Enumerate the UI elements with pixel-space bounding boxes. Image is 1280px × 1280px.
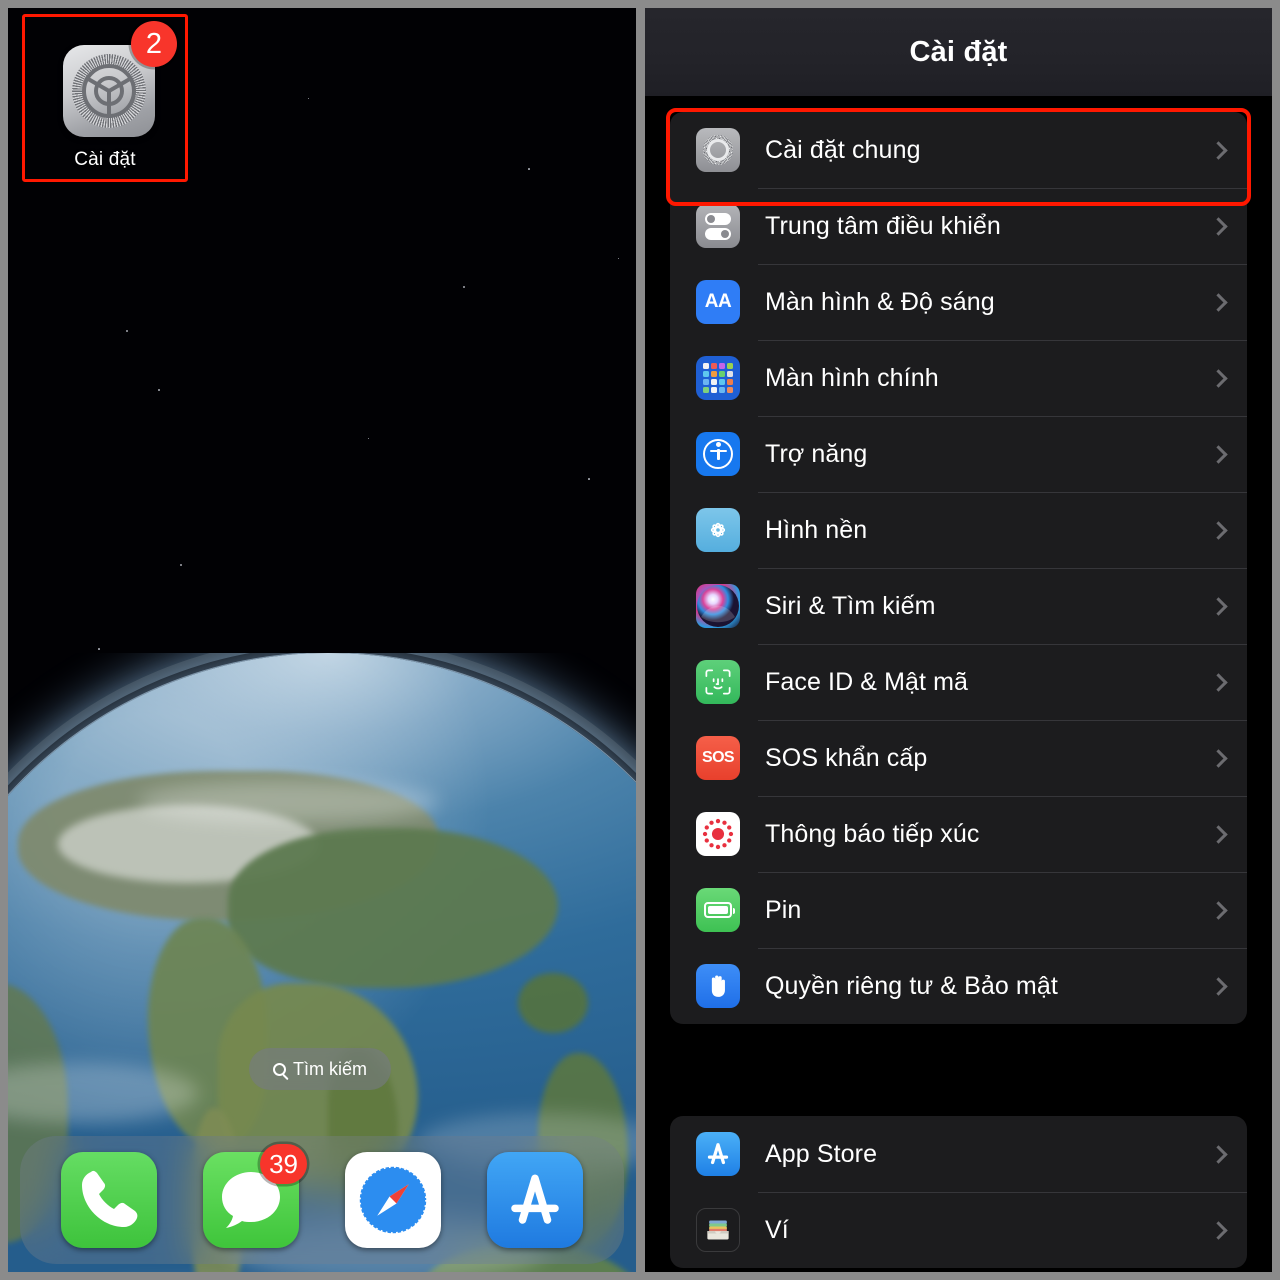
settings-row-label: Siri & Tìm kiếm: [765, 591, 936, 620]
star: [158, 389, 160, 391]
message-bubble-icon[interactable]: 39: [203, 1144, 307, 1248]
chevron-right-icon: [1209, 1220, 1228, 1240]
settings-row-label: Hình nền: [765, 515, 868, 544]
settings-group-2: App Store Ví: [670, 1116, 1247, 1268]
settings-row-label: Pin: [765, 895, 802, 924]
chevron-right-icon: [1209, 748, 1228, 768]
star: [588, 478, 590, 480]
home-screen-grid-icon: [696, 356, 740, 400]
star: [98, 648, 100, 650]
settings-row-label: Thông báo tiếp xúc: [765, 819, 980, 848]
settings-row-label: App Store: [765, 1139, 878, 1168]
settings-row[interactable]: Hình nền: [670, 492, 1247, 568]
settings-row[interactable]: SOS SOS khẩn cấp: [670, 720, 1247, 796]
gear-icon: [696, 128, 740, 172]
settings-row[interactable]: Thông báo tiếp xúc: [670, 796, 1247, 872]
settings-row-label: Màn hình & Độ sáng: [765, 287, 995, 316]
chevron-right-icon: [1209, 976, 1228, 996]
settings-row[interactable]: Face ID & Mật mã: [670, 644, 1247, 720]
settings-row[interactable]: Màn hình chính: [670, 340, 1247, 416]
page-title: Cài đặt: [909, 35, 1008, 68]
sos-icon: SOS: [696, 736, 740, 780]
wallpaper-flower-icon: [696, 508, 740, 552]
screenshot-root: 2 Cài đặt Tìm kiếm 39 Cài đặt Cài đặt ch…: [0, 0, 1280, 1280]
search-pill-label: Tìm kiếm: [293, 1058, 367, 1079]
settings-row-label: Màn hình chính: [765, 363, 939, 392]
chevron-right-icon: [1209, 520, 1228, 540]
settings-row[interactable]: Cài đặt chung: [670, 112, 1247, 188]
exposure-notification-icon: [696, 812, 740, 856]
settings-row-label: Trung tâm điều khiển: [765, 211, 1001, 240]
chevron-right-icon: [1209, 140, 1228, 160]
star: [126, 330, 128, 332]
star: [528, 168, 530, 170]
chevron-right-icon: [1209, 368, 1228, 388]
settings-row-label: Cài đặt chung: [765, 135, 921, 164]
settings-row[interactable]: Siri & Tìm kiếm: [670, 568, 1247, 644]
wallet-icon: [696, 1208, 740, 1252]
chevron-right-icon: [1209, 216, 1228, 236]
chevron-right-icon: [1209, 292, 1228, 312]
dock: 39: [20, 1136, 624, 1264]
settings-group-1: Cài đặt chung Trung tâm điều khiển AA Màn h…: [670, 112, 1247, 1024]
settings-row-label: Ví: [765, 1215, 789, 1244]
face-id-icon: [696, 660, 740, 704]
app-store-icon[interactable]: [487, 1152, 583, 1248]
chevron-right-icon: [1209, 596, 1228, 616]
search-pill[interactable]: Tìm kiếm: [249, 1048, 391, 1090]
settings-row[interactable]: AA Màn hình & Độ sáng: [670, 264, 1247, 340]
settings-app-screen: Cài đặt Cài đặt chung Trung tâm điều khiể…: [645, 8, 1272, 1272]
siri-orb-icon: [696, 584, 740, 628]
settings-row[interactable]: Ví: [670, 1192, 1247, 1268]
settings-row[interactable]: Trợ năng: [670, 416, 1247, 492]
settings-app-highlight[interactable]: 2 Cài đặt: [22, 14, 188, 182]
iphone-home-screen: 2 Cài đặt Tìm kiếm 39: [8, 8, 636, 1272]
chevron-right-icon: [1209, 824, 1228, 844]
display-aa-icon: AA: [696, 280, 740, 324]
chevron-right-icon: [1209, 444, 1228, 464]
battery-icon: [696, 888, 740, 932]
settings-row-label: SOS khẩn cấp: [765, 743, 928, 772]
chevron-right-icon: [1209, 672, 1228, 692]
accessibility-icon: [696, 432, 740, 476]
settings-row-label: Face ID & Mật mã: [765, 667, 969, 696]
app-store-icon: [696, 1132, 740, 1176]
control-center-icon: [696, 204, 740, 248]
settings-app-label: Cài đặt: [74, 149, 136, 170]
chevron-right-icon: [1209, 900, 1228, 920]
settings-row[interactable]: App Store: [670, 1116, 1247, 1192]
hand-privacy-icon: [696, 964, 740, 1008]
settings-row[interactable]: Quyền riêng tư & Bảo mật: [670, 948, 1247, 1024]
navigation-bar: Cài đặt: [645, 8, 1272, 96]
settings-badge: 2: [131, 21, 177, 67]
settings-row-label: Quyền riêng tư & Bảo mật: [765, 971, 1058, 1000]
settings-row[interactable]: Pin: [670, 872, 1247, 948]
search-icon: [273, 1062, 286, 1076]
star: [180, 564, 182, 566]
settings-row-label: Trợ năng: [765, 439, 868, 468]
phone-icon[interactable]: [61, 1152, 157, 1248]
messages-badge: 39: [260, 1144, 307, 1184]
settings-row[interactable]: Trung tâm điều khiển: [670, 188, 1247, 264]
chevron-right-icon: [1209, 1144, 1228, 1164]
compass-icon[interactable]: [345, 1152, 441, 1248]
